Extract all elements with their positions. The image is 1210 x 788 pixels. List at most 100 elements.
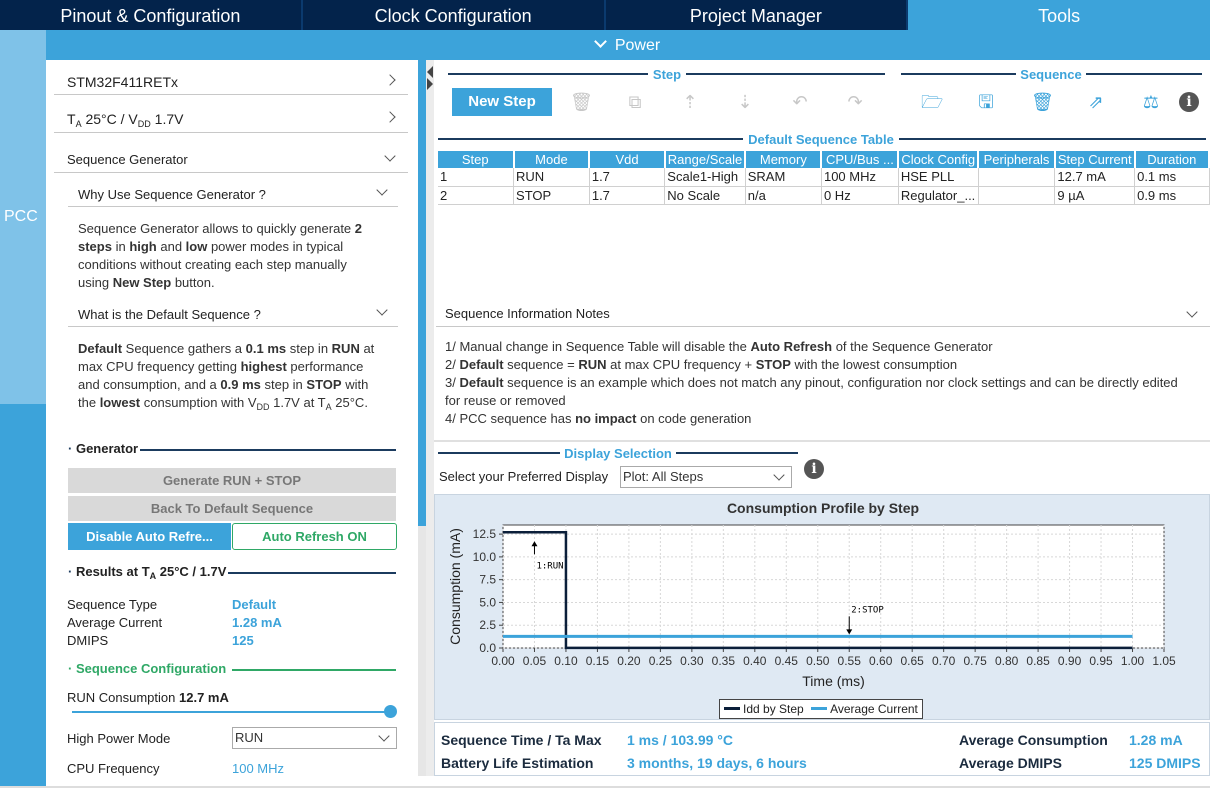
avg-dmips-value: 125 DMIPS bbox=[1129, 755, 1201, 771]
back-to-default-button[interactable]: Back To Default Sequence bbox=[68, 496, 396, 521]
run-consumption-label: RUN Consumption 12.7 mA bbox=[67, 690, 229, 705]
cell-memory[interactable]: n/a bbox=[745, 186, 822, 205]
sequence-group-title: Sequence bbox=[1020, 67, 1082, 82]
auto-refresh-toggle[interactable]: Auto Refresh ON bbox=[232, 523, 397, 550]
cell-current[interactable]: 9 µA bbox=[1054, 186, 1136, 205]
x-tick-label: 1.00 bbox=[1121, 654, 1145, 668]
new-step-button[interactable]: New Step bbox=[452, 88, 552, 116]
table-header-row: Step Mode Vdd Range/Scale Memory CPU/Bus… bbox=[438, 151, 1210, 168]
col-cpu-bus[interactable]: CPU/Bus ... bbox=[821, 151, 900, 168]
export-icon[interactable]: ⇗ bbox=[1086, 92, 1106, 112]
cell-current[interactable]: 12.7 mA bbox=[1054, 168, 1136, 187]
scrollbar-thumb[interactable] bbox=[418, 60, 426, 526]
high-power-mode-select[interactable]: RUN bbox=[232, 727, 397, 749]
move-up-icon[interactable]: ⇡ bbox=[680, 92, 700, 112]
col-step-current[interactable]: Step Current bbox=[1054, 151, 1136, 168]
annotation-label: 2:STOP bbox=[851, 605, 884, 615]
disable-auto-refresh-button[interactable]: Disable Auto Refre... bbox=[68, 523, 231, 550]
col-peripherals[interactable]: Peripherals bbox=[978, 151, 1056, 168]
open-folder-icon[interactable]: 🗁 bbox=[921, 92, 943, 112]
tab-project-manager[interactable]: Project Manager bbox=[606, 0, 909, 30]
display-selection-title: Display Selection bbox=[564, 446, 672, 461]
tab-pinout-configuration[interactable]: Pinout & Configuration bbox=[0, 0, 303, 30]
chevron-right-icon bbox=[384, 111, 396, 123]
tab-tools[interactable]: Tools bbox=[908, 0, 1210, 30]
table-title-line-right bbox=[899, 138, 1206, 140]
cell-vdd[interactable]: 1.7 bbox=[589, 186, 666, 205]
table-row[interactable]: 2 STOP 1.7 No Scale n/a 0 Hz Regulator_.… bbox=[438, 186, 1210, 205]
cell-cpu[interactable]: 0 Hz bbox=[821, 186, 899, 205]
sequence-generator-title: Sequence Generator bbox=[67, 152, 188, 167]
expand-right-icon[interactable] bbox=[427, 78, 433, 90]
cell-peripherals[interactable] bbox=[978, 186, 1056, 205]
y-tick-label: 7.5 bbox=[479, 573, 496, 587]
cell-range[interactable]: No Scale bbox=[664, 186, 746, 205]
table-row[interactable]: 1 RUN 1.7 Scale1-High SRAM 100 MHz HSE P… bbox=[438, 168, 1210, 187]
cell-range[interactable]: Scale1-High bbox=[664, 168, 746, 187]
cell-mode[interactable]: STOP bbox=[513, 186, 590, 205]
conditions-row[interactable]: TA 25°C / VDD 1.7V bbox=[54, 109, 408, 133]
compare-icon[interactable]: ⚖ bbox=[1141, 92, 1161, 112]
results-section-header: · Results at TA 25°C / 1.7V bbox=[68, 564, 396, 581]
avg-consumption-label: Average Consumption bbox=[959, 732, 1108, 748]
cell-clock[interactable]: Regulator_... bbox=[898, 186, 979, 205]
cell-clock[interactable]: HSE PLL bbox=[898, 168, 979, 187]
display-select[interactable]: Plot: All Steps bbox=[620, 466, 792, 488]
x-tick-label: 0.65 bbox=[901, 654, 925, 668]
col-memory[interactable]: Memory bbox=[745, 151, 823, 168]
delete-step-icon[interactable]: 🗑 bbox=[570, 92, 593, 112]
x-tick-label: 0.75 bbox=[963, 654, 987, 668]
pcc-side-tab[interactable]: PCC bbox=[0, 30, 46, 788]
cell-cpu[interactable]: 100 MHz bbox=[821, 168, 899, 187]
cell-step[interactable]: 1 bbox=[438, 168, 515, 187]
display-info-icon[interactable]: i bbox=[804, 459, 824, 479]
cpu-frequency-label: CPU Frequency bbox=[67, 761, 160, 776]
col-range-scale[interactable]: Range/Scale bbox=[664, 151, 747, 168]
info-icon[interactable]: i bbox=[1179, 92, 1199, 112]
sequence-generator-header[interactable]: Sequence Generator bbox=[54, 150, 408, 173]
generate-run-stop-button[interactable]: Generate RUN + STOP bbox=[68, 468, 396, 493]
redo-icon[interactable]: ↷ bbox=[845, 92, 865, 112]
col-mode[interactable]: Mode bbox=[513, 151, 591, 168]
default-sequence-header[interactable]: What is the Default Sequence ? bbox=[68, 304, 398, 327]
slider-knob[interactable] bbox=[384, 705, 397, 718]
undo-icon[interactable]: ↶ bbox=[790, 92, 810, 112]
cell-peripherals[interactable] bbox=[978, 168, 1056, 187]
x-tick-label: 0.95 bbox=[1089, 654, 1113, 668]
move-down-icon[interactable]: ⇣ bbox=[735, 92, 755, 112]
save-icon[interactable]: 🖫 bbox=[976, 92, 996, 112]
x-tick-label: 0.20 bbox=[617, 654, 641, 668]
mcu-selector-row[interactable]: STM32F411RETx bbox=[54, 72, 408, 95]
cell-duration[interactable]: 0.1 ms bbox=[1134, 168, 1210, 187]
sequence-group-line-left bbox=[901, 73, 1016, 75]
cell-mode[interactable]: RUN bbox=[513, 168, 590, 187]
why-use-header[interactable]: Why Use Sequence Generator ? bbox=[68, 184, 398, 207]
panel-splitter[interactable] bbox=[426, 60, 434, 776]
col-duration[interactable]: Duration bbox=[1134, 151, 1210, 168]
col-vdd[interactable]: Vdd bbox=[589, 151, 666, 168]
run-consumption-slider[interactable] bbox=[72, 711, 394, 713]
duplicate-step-icon[interactable]: ⧉ bbox=[625, 92, 645, 112]
cell-duration[interactable]: 0.9 ms bbox=[1134, 186, 1210, 205]
tab-clock-configuration[interactable]: Clock Configuration bbox=[303, 0, 606, 30]
left-panel-scrollbar[interactable] bbox=[418, 60, 426, 776]
col-clock-config[interactable]: Clock Config bbox=[898, 151, 980, 168]
x-tick-label: 0.80 bbox=[995, 654, 1019, 668]
delete-sequence-icon[interactable]: 🗑 bbox=[1031, 92, 1054, 112]
legend-swatch-average bbox=[811, 707, 828, 710]
col-step[interactable]: Step bbox=[438, 151, 515, 168]
sequence-notes-header[interactable]: Sequence Information Notes bbox=[436, 303, 1210, 327]
x-tick-label: 0.50 bbox=[806, 654, 830, 668]
collapse-left-icon[interactable] bbox=[427, 66, 433, 78]
section-divider bbox=[434, 440, 1210, 442]
power-section-header[interactable]: Power bbox=[46, 30, 1210, 60]
dmips-label: DMIPS bbox=[67, 633, 109, 648]
seq-type-label: Sequence Type bbox=[67, 597, 158, 612]
cell-vdd[interactable]: 1.7 bbox=[589, 168, 666, 187]
top-tab-bar: Pinout & Configuration Clock Configurati… bbox=[0, 0, 1210, 30]
sequence-group-line-right bbox=[1086, 73, 1202, 75]
x-tick-label: 0.15 bbox=[586, 654, 610, 668]
cell-memory[interactable]: SRAM bbox=[745, 168, 822, 187]
x-tick-label: 0.60 bbox=[869, 654, 893, 668]
cell-step[interactable]: 2 bbox=[438, 186, 515, 205]
